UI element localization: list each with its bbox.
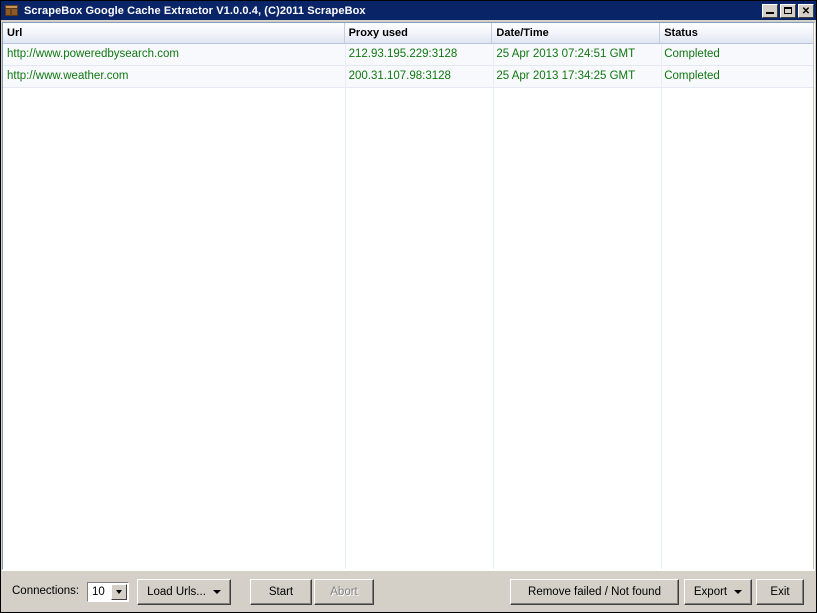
column-divider-status: [661, 44, 662, 569]
cell-status: Completed: [660, 66, 814, 87]
results-listview[interactable]: Url Proxy used Date/Time Status http://w…: [3, 23, 814, 569]
column-divider-proxy: [345, 44, 346, 569]
title-bar: ScrapeBox Google Cache Extractor V1.0.0.…: [1, 1, 816, 20]
results-list-panel: Url Proxy used Date/Time Status http://w…: [2, 22, 815, 570]
load-urls-button[interactable]: Load Urls...: [137, 579, 231, 605]
title-bar-buttons: ✕: [762, 3, 814, 18]
scrapebox-box-icon: [4, 3, 20, 18]
abort-button[interactable]: Abort: [314, 579, 374, 605]
load-urls-label: Load Urls...: [147, 586, 206, 598]
cell-status: Completed: [660, 44, 814, 65]
remove-failed-label: Remove failed / Not found: [528, 586, 661, 598]
cell-datetime: 25 Apr 2013 07:24:51 GMT: [496, 48, 636, 60]
maximize-button[interactable]: [780, 3, 796, 18]
column-header-datetime[interactable]: Date/Time: [492, 23, 661, 43]
window-title: ScrapeBox Google Cache Extractor V1.0.0.…: [24, 4, 366, 17]
column-header-status[interactable]: Status: [660, 23, 814, 43]
listview-right-edge: [813, 23, 814, 569]
connections-label: Connections:: [12, 585, 80, 597]
close-glyph: ✕: [801, 5, 811, 17]
cell-proxy: 212.93.195.229:3128: [348, 48, 458, 60]
close-icon[interactable]: ✕: [798, 3, 814, 18]
exit-label: Exit: [770, 586, 790, 598]
cell-url: http://www.poweredbysearch.com: [7, 48, 179, 60]
chevron-down-icon[interactable]: [111, 584, 127, 600]
export-label: Export: [693, 586, 728, 598]
cell-datetime: 25 Apr 2013 17:34:25 GMT: [496, 70, 636, 82]
cell-proxy: 200.31.107.98:3128: [348, 70, 451, 82]
table-row[interactable]: http://www.weather.com 200.31.107.98:312…: [3, 66, 814, 88]
minimize-button[interactable]: [762, 3, 778, 18]
cell-url: http://www.weather.com: [7, 70, 129, 82]
start-label: Start: [268, 586, 294, 598]
column-divider-date: [493, 44, 494, 569]
exit-button[interactable]: Exit: [756, 579, 804, 605]
export-button[interactable]: Export: [684, 579, 752, 605]
listview-header-row: Url Proxy used Date/Time Status: [3, 23, 814, 44]
remove-failed-button[interactable]: Remove failed / Not found: [510, 579, 679, 605]
column-header-proxy[interactable]: Proxy used: [345, 23, 493, 43]
abort-label: Abort: [330, 586, 358, 598]
start-button[interactable]: Start: [250, 579, 312, 605]
connections-value: 10: [92, 586, 105, 598]
connections-dropdown[interactable]: 10: [87, 582, 129, 602]
listview-empty-area: [3, 89, 814, 569]
table-row[interactable]: http://www.poweredbysearch.com 212.93.19…: [3, 44, 814, 66]
application-window: ScrapeBox Google Cache Extractor V1.0.0.…: [0, 0, 817, 613]
chevron-down-icon: [212, 590, 221, 594]
chevron-down-icon: [734, 590, 743, 594]
column-header-url[interactable]: Url: [3, 23, 345, 43]
